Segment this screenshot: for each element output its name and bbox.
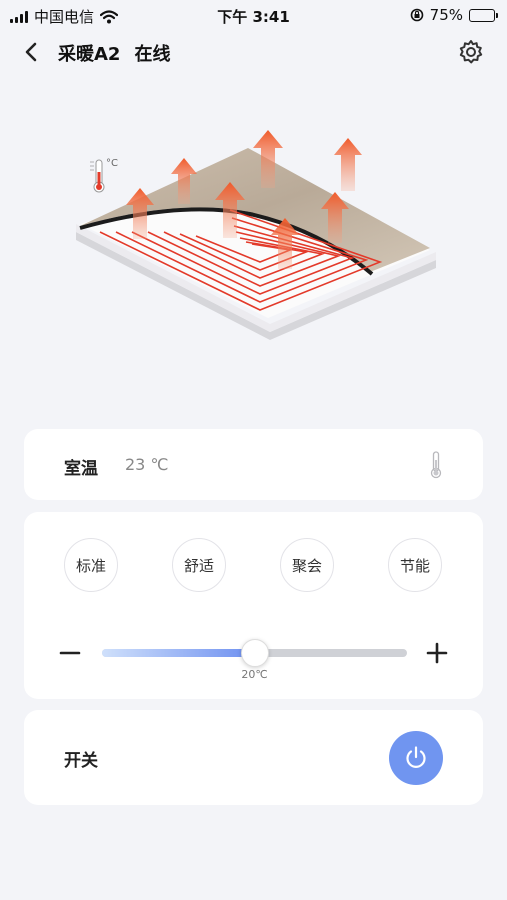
back-icon[interactable]	[20, 40, 44, 64]
room-temp-value: 23 ℃	[125, 455, 169, 474]
mode-buttons: 标准 舒适 聚会 节能	[64, 538, 444, 592]
page-title: 采暖A2 在线	[58, 40, 170, 66]
battery-percent: 75%	[429, 6, 463, 24]
floor-heating-illustration: °C	[60, 120, 460, 350]
power-label: 开关	[64, 751, 98, 771]
nav-bar: 采暖A2 在线	[0, 30, 507, 76]
mode-label: 标准	[75, 556, 106, 575]
thermometer-graphic	[90, 159, 105, 193]
minus-icon[interactable]	[58, 641, 82, 665]
setpoint-value: 20℃	[241, 668, 268, 681]
room-temp-label: 室温	[64, 459, 98, 479]
slider-thumb[interactable]	[240, 639, 269, 667]
heating-floor-graphic: °C	[76, 130, 436, 340]
mode-eco-button[interactable]: 节能	[388, 538, 442, 592]
device-status: 在线	[134, 44, 171, 65]
battery-icon	[469, 8, 498, 22]
power-button[interactable]	[389, 731, 443, 785]
plus-icon[interactable]	[425, 641, 449, 665]
slider-fill	[102, 649, 255, 657]
mode-comfort-button[interactable]: 舒适	[172, 538, 226, 592]
mode-label: 节能	[399, 556, 430, 575]
mode-standard-button[interactable]: 标准	[64, 538, 118, 592]
rotation-lock-icon	[410, 8, 423, 22]
temperature-slider[interactable]	[102, 639, 407, 667]
thermometer-icon	[430, 451, 442, 479]
room-temp-card: 室温 23 ℃	[24, 429, 483, 500]
device-name: 采暖A2	[58, 44, 121, 65]
mode-card: 标准 舒适 聚会 节能 20℃	[24, 512, 483, 699]
svg-text:°C: °C	[106, 158, 118, 169]
mode-label: 舒适	[183, 556, 214, 575]
mode-label: 聚会	[291, 556, 322, 575]
power-icon	[406, 746, 426, 768]
status-bar: 中国电信 下午 3:41 75%	[0, 0, 507, 30]
gear-icon[interactable]	[457, 38, 485, 66]
status-right: 75%	[410, 6, 498, 24]
mode-party-button[interactable]: 聚会	[280, 538, 334, 592]
power-card: 开关	[24, 710, 483, 805]
